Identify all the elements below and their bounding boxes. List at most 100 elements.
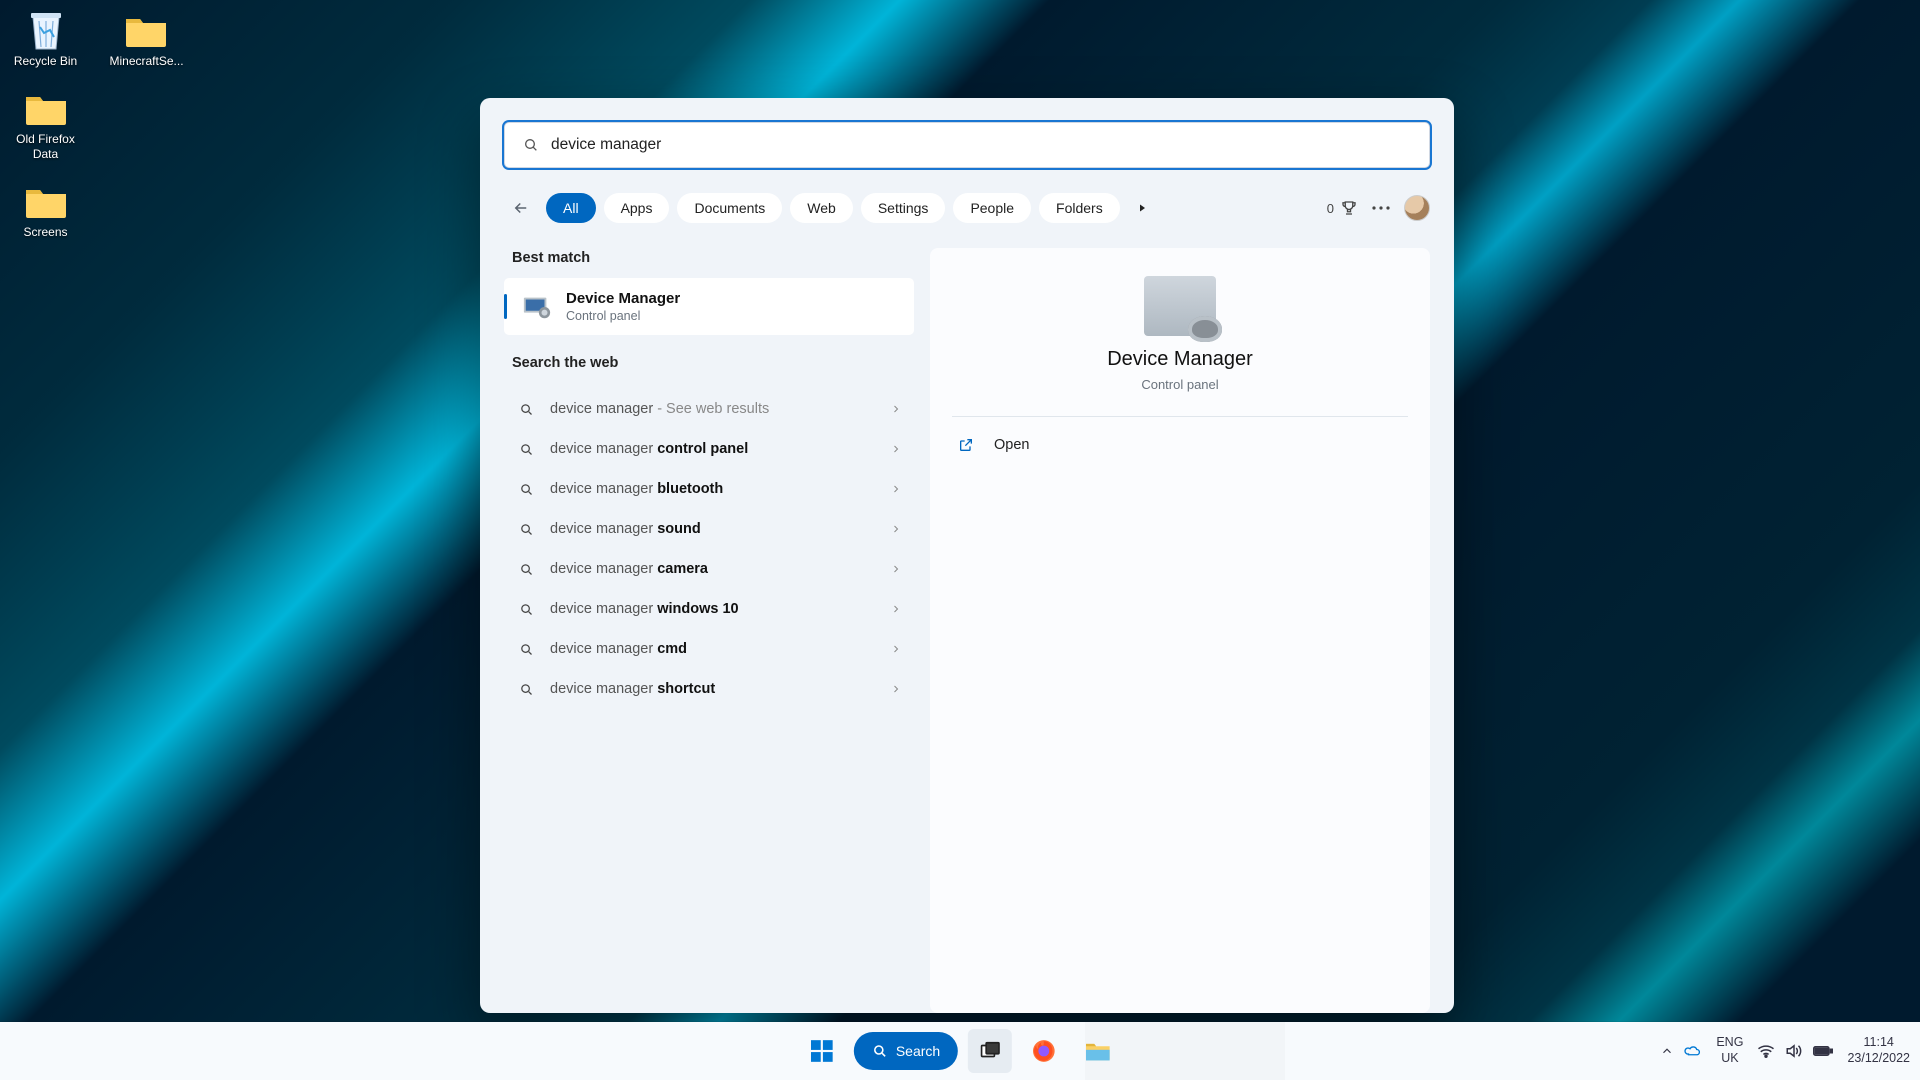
open-label: Open [994,437,1029,453]
start-button[interactable] [800,1029,844,1073]
preview-title: Device Manager [1107,348,1253,371]
web-result-text: device manager sound [550,521,876,537]
filters-scroll-right[interactable] [1128,202,1156,214]
search-input[interactable] [551,136,1411,154]
chevron-right-icon [890,603,902,615]
taskbar: Search ENG UK [0,1022,1920,1080]
desktop-icon-label: Recycle Bin [14,54,77,70]
time-text: 11:14 [1864,1035,1894,1051]
desktop-icon-recycle-bin[interactable]: Recycle Bin [8,8,83,74]
web-result[interactable]: device manager sound [504,509,914,549]
user-avatar[interactable] [1404,195,1430,221]
web-result-text: device manager camera [550,561,876,577]
best-match-title: Device Manager [566,290,680,307]
language-indicator[interactable]: ENG UK [1716,1035,1743,1066]
web-result[interactable]: device manager shortcut [504,669,914,709]
taskbar-search-button[interactable]: Search [854,1032,958,1070]
filter-all[interactable]: All [546,193,596,223]
desktop-icon-label: Screens [23,225,67,241]
tray-overflow-chevron-icon[interactable] [1660,1044,1674,1058]
start-search-panel: All Apps Documents Web Settings People F… [480,98,1454,1013]
taskbar-firefox[interactable] [1022,1029,1066,1073]
search-box[interactable] [504,122,1430,168]
onedrive-icon[interactable] [1684,1044,1702,1058]
best-match-heading: Best match [504,248,914,278]
lang-line1: ENG [1716,1035,1743,1051]
desktop-icon-old-firefox[interactable]: Old Firefox Data [8,86,83,167]
search-web-heading: Search the web [504,353,914,383]
search-icon [516,682,536,697]
search-icon [516,402,536,417]
search-icon [516,522,536,537]
filter-folders[interactable]: Folders [1039,193,1120,223]
web-result[interactable]: device manager windows 10 [504,589,914,629]
desktop-icon-label: Old Firefox Data [12,132,79,163]
taskbar-running-region [1085,1022,1285,1080]
filter-row: All Apps Documents Web Settings People F… [504,190,1430,226]
volume-icon[interactable] [1785,1043,1803,1059]
web-result-text: device manager cmd [550,641,876,657]
open-external-icon [956,437,976,453]
search-icon [516,602,536,617]
open-action[interactable]: Open [952,427,1408,463]
web-result[interactable]: device manager cmd [504,629,914,669]
web-result[interactable]: device manager camera [504,549,914,589]
filter-settings[interactable]: Settings [861,193,946,223]
rewards-count: 0 [1327,201,1334,216]
wifi-icon[interactable] [1757,1044,1775,1058]
task-view-button[interactable] [968,1029,1012,1073]
recycle-bin-icon [24,12,68,50]
web-result-text: device manager control panel [550,441,876,457]
filter-chips: All Apps Documents Web Settings People F… [546,193,1120,223]
chevron-right-icon [890,483,902,495]
filter-web[interactable]: Web [790,193,853,223]
chevron-right-icon [890,563,902,575]
search-icon [516,642,536,657]
clock[interactable]: 11:14 23/12/2022 [1847,1035,1910,1066]
chevron-right-icon [890,523,902,535]
best-match-result[interactable]: Device Manager Control panel [504,278,914,335]
preview-subtitle: Control panel [1141,377,1218,392]
chevron-right-icon [890,443,902,455]
preview-pane: Device Manager Control panel Open [930,248,1430,1013]
web-result-text: device manager bluetooth [550,481,876,497]
folder-icon [24,90,68,128]
divider [952,416,1408,417]
web-result-text: device manager shortcut [550,681,876,697]
web-result[interactable]: device manager - See web results [504,389,914,429]
date-text: 23/12/2022 [1847,1051,1910,1067]
battery-icon[interactable] [1813,1045,1833,1057]
device-manager-large-icon [1144,276,1216,336]
trophy-icon [1340,199,1358,217]
taskbar-search-label: Search [896,1043,940,1059]
system-tray: ENG UK 11:14 23/12/2022 [1660,1022,1910,1080]
search-icon [516,482,536,497]
search-icon [872,1043,888,1059]
desktop-icon-label: MinecraftSe... [110,54,182,70]
desktop-icon-screens[interactable]: Screens [8,179,83,245]
more-options-button[interactable] [1366,193,1396,223]
filter-people[interactable]: People [953,193,1031,223]
taskbar-center: Search [800,1029,1120,1073]
web-results-list: device manager - See web results device m… [504,389,914,709]
web-result[interactable]: device manager control panel [504,429,914,469]
search-icon [516,442,536,457]
rewards-indicator[interactable]: 0 [1327,199,1358,217]
web-result-text: device manager - See web results [550,401,876,417]
folder-icon [24,183,68,221]
web-result-text: device manager windows 10 [550,601,876,617]
chevron-right-icon [890,403,902,415]
results-column: Best match Device Manager Control panel … [504,248,914,1013]
web-result[interactable]: device manager bluetooth [504,469,914,509]
back-button[interactable] [504,191,538,225]
desktop-icon-minecraft[interactable]: MinecraftSe... [108,8,183,74]
best-match-subtitle: Control panel [566,309,680,323]
desktop-icon-grid: Recycle Bin MinecraftSe... Old Firefox D… [8,8,158,256]
lang-line2: UK [1721,1051,1738,1067]
search-icon [523,137,539,153]
folder-icon [124,12,168,50]
search-icon [516,562,536,577]
filter-apps[interactable]: Apps [604,193,670,223]
filter-documents[interactable]: Documents [677,193,782,223]
chevron-right-icon [890,683,902,695]
